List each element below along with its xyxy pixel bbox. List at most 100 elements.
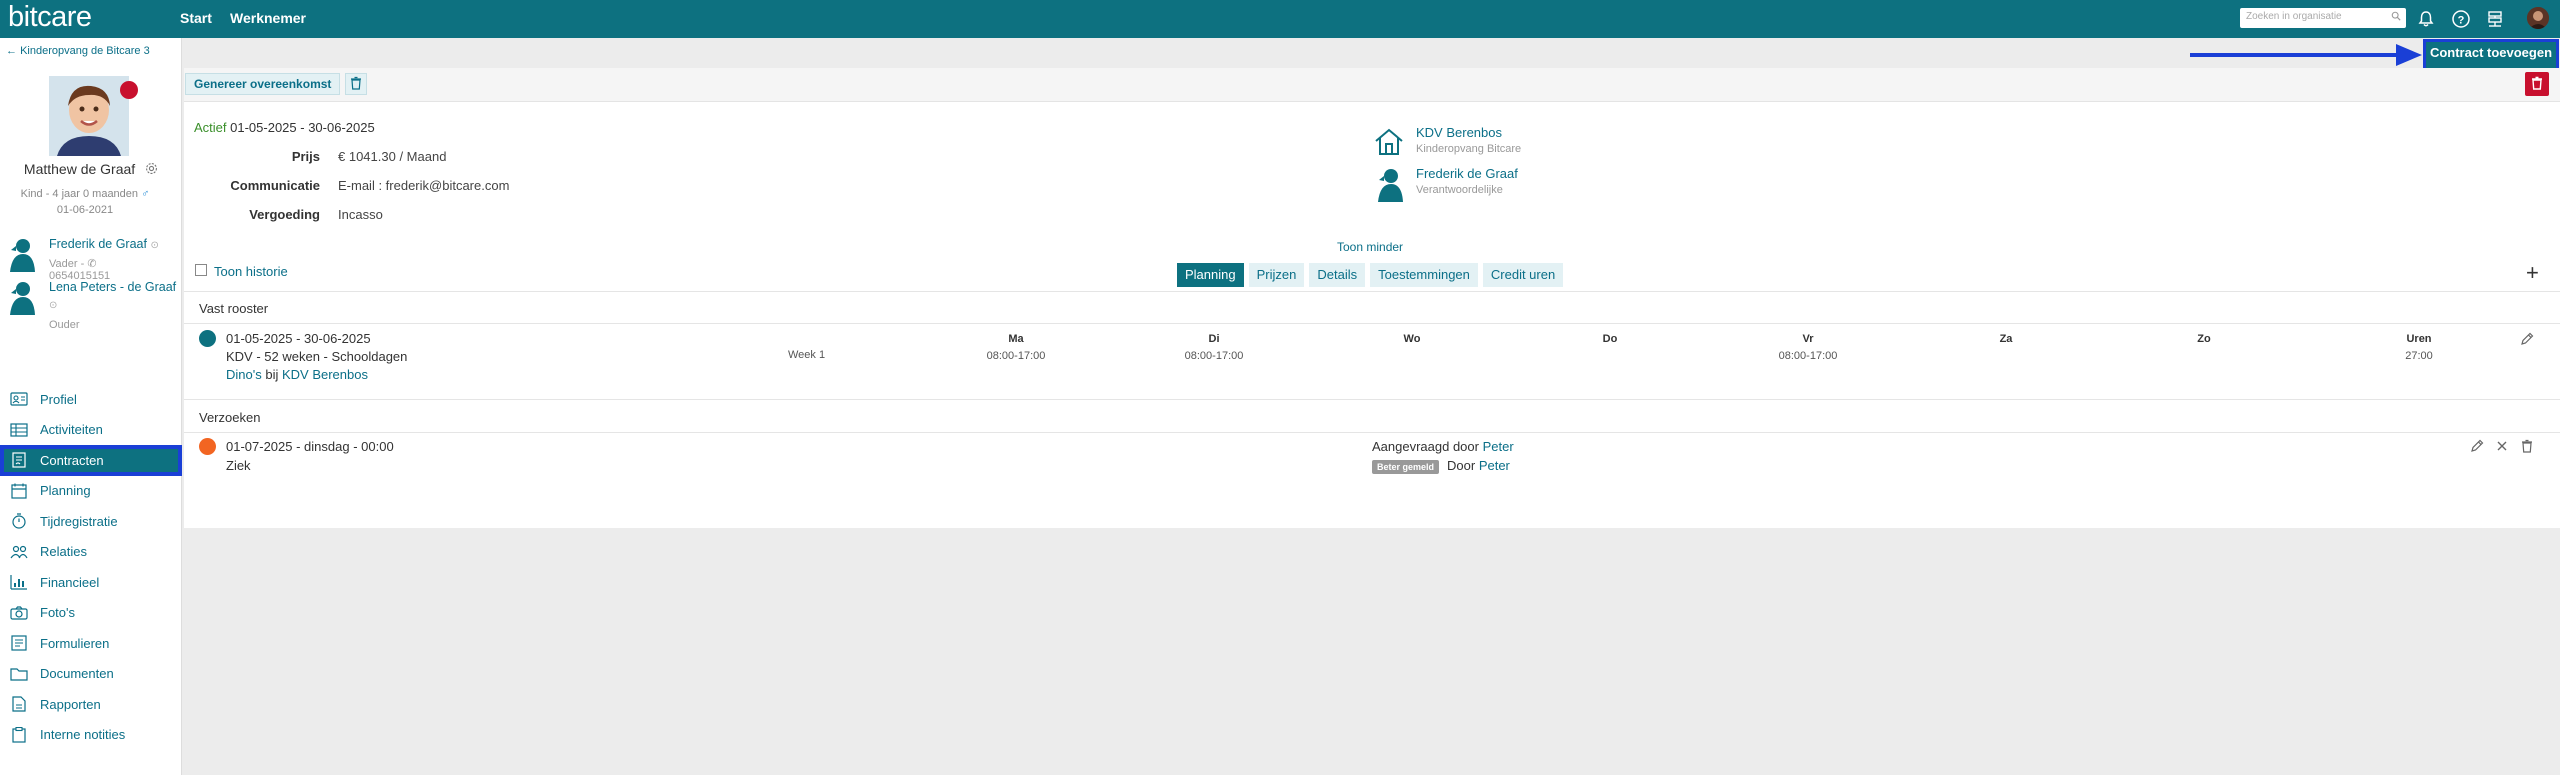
tab-details[interactable]: Details [1309, 263, 1366, 287]
nav-start[interactable]: Start [180, 10, 212, 26]
search-placeholder: Zoeken in organisatie [2246, 11, 2342, 22]
generate-agreement-button[interactable]: Genereer overeenkomst [185, 73, 341, 95]
day-value-di: 08:00-17:00 [1184, 350, 1244, 362]
sidebar-item-label: Rapporten [40, 696, 101, 712]
settings-icon[interactable] [145, 162, 158, 175]
request-by: Door Peter [1447, 458, 1510, 473]
requested-by-link[interactable]: Peter [1483, 439, 1514, 454]
sidebar-item-label: Relaties [40, 544, 87, 560]
back-link-label: Kinderopvang de Bitcare 3 [20, 45, 150, 57]
folder-icon [10, 667, 28, 681]
sidebar-item-financieel[interactable]: Financieel [0, 567, 182, 598]
sidebar-menu: Profiel Activiteiten Contracten Planning… [0, 384, 182, 750]
sidebar-item-planning[interactable]: Planning [0, 476, 182, 507]
child-subtitle: Kind - 4 jaar 0 maanden [20, 188, 139, 200]
by-link[interactable]: Peter [1479, 458, 1510, 473]
close-icon[interactable] [2494, 438, 2510, 454]
back-link[interactable]: ← Kinderopvang de Bitcare 3 [6, 45, 150, 57]
relation-role: Vader - [49, 258, 88, 270]
delete-contract-button[interactable] [2525, 72, 2549, 96]
day-header-wo: Wo [1403, 333, 1421, 345]
location-name[interactable]: KDV Berenbos [1416, 125, 1502, 140]
request-requested-by: Aangevraagd door Peter [1372, 439, 1514, 454]
sidebar-item-label: Activiteiten [40, 422, 103, 438]
sidebar: ← Kinderopvang de Bitcare 3 Matthew de G… [0, 38, 182, 775]
help-icon[interactable]: ? [2451, 9, 2471, 29]
day-value-vr: 08:00-17:00 [1778, 350, 1838, 362]
status-badge: Beter gemeld [1372, 460, 1440, 474]
schedule-name: KDV - 52 weken - Schooldagen [226, 349, 408, 364]
day-header-ma: Ma [1008, 333, 1024, 345]
edit-icon[interactable] [2519, 331, 2535, 347]
day-header-do: Do [1602, 333, 1618, 345]
request-date: 01-07-2025 - dinsdag - 00:00 [226, 439, 394, 454]
day-header-vr: Vr [1802, 333, 1814, 345]
divider [184, 323, 2560, 324]
calendar-icon [11, 483, 27, 499]
sidebar-item-fotos[interactable]: Foto's [0, 598, 182, 629]
sidebar-item-profiel[interactable]: Profiel [0, 384, 182, 415]
show-history-label[interactable]: Toon historie [214, 264, 288, 279]
bar-chart-icon [10, 575, 27, 590]
delete-agreement-button[interactable] [345, 73, 367, 95]
person-silhouette-icon [10, 239, 35, 272]
by-label: Door [1447, 458, 1476, 473]
nav-werknemer[interactable]: Werknemer [230, 10, 306, 26]
user-avatar[interactable] [2527, 7, 2549, 29]
schedule-group: Dino's bij KDV Berenbos [226, 367, 368, 382]
sidebar-item-relaties[interactable]: Relaties [0, 537, 182, 568]
divider [184, 432, 2560, 433]
phone-icon: ✆ [87, 258, 97, 270]
bell-icon[interactable] [2416, 9, 2436, 29]
contract-status: Actief 01-05-2025 - 30-06-2025 [194, 120, 375, 135]
profile-card-icon [10, 392, 28, 406]
trash-icon[interactable] [2519, 438, 2535, 454]
bitcare-logo[interactable]: bitcare [8, 1, 92, 34]
sidebar-item-activiteiten[interactable]: Activiteiten [0, 415, 182, 446]
responsible-name[interactable]: Frederik de Graaf [1416, 166, 1518, 181]
house-icon [1375, 128, 1403, 155]
sidebar-item-label: Profiel [40, 391, 77, 407]
table-icon [10, 422, 28, 437]
search-input[interactable]: Zoeken in organisatie [2240, 8, 2406, 28]
schedule-heading: Vast rooster [199, 301, 269, 316]
sidebar-item-interne-notities[interactable]: Interne notities [0, 720, 182, 751]
day-header-uren: Uren [2406, 333, 2432, 345]
child-name: Matthew de Graaf [0, 161, 182, 177]
history-checkbox[interactable] [195, 264, 207, 276]
organisation-icon[interactable] [2485, 9, 2505, 29]
tab-toestemmingen[interactable]: Toestemmingen [1370, 263, 1478, 287]
contract-tabs: Planning Prijzen Details Toestemmingen C… [1177, 263, 1564, 287]
relation-name: Frederik de Graaf ⊙ [49, 236, 179, 254]
field-value: € 1041.30 / Maand [338, 149, 447, 164]
child-details: Kind - 4 jaar 0 maanden ♂ 01-06-2021 [0, 186, 170, 218]
request-dot [199, 438, 216, 455]
contract-period: 01-05-2025 - 30-06-2025 [230, 120, 375, 135]
schedule-period: 01-05-2025 - 30-06-2025 [226, 331, 371, 346]
sidebar-item-formulieren[interactable]: Formulieren [0, 628, 182, 659]
tab-prijzen[interactable]: Prijzen [1248, 263, 1305, 287]
sidebar-item-label: Tijdregistratie [40, 513, 118, 529]
camera-icon [10, 605, 28, 620]
add-icon[interactable]: + [2526, 262, 2539, 284]
sidebar-item-tijdregistratie[interactable]: Tijdregistratie [0, 506, 182, 537]
people-icon [10, 545, 28, 558]
group-link[interactable]: Dino's [226, 367, 262, 382]
relation-role: Ouder [49, 319, 80, 331]
child-photo [49, 76, 129, 156]
tab-planning[interactable]: Planning [1177, 263, 1244, 287]
show-less-link[interactable]: Toon minder [1337, 240, 1403, 254]
relation-name-label: Frederik de Graaf [49, 237, 147, 251]
tab-credit-uren[interactable]: Credit uren [1482, 263, 1564, 287]
report-icon [12, 696, 26, 712]
edit-icon[interactable] [2469, 438, 2485, 454]
sidebar-item-contracten[interactable]: Contracten [0, 445, 182, 476]
add-contract-button[interactable]: Contract toevoegen [2423, 39, 2559, 71]
sidebar-item-rapporten[interactable]: Rapporten [0, 689, 182, 720]
person-silhouette-icon [1378, 169, 1403, 202]
sidebar-item-documenten[interactable]: Documenten [0, 659, 182, 690]
sidebar-item-label: Formulieren [40, 635, 110, 651]
divider [184, 399, 2560, 400]
relation-name: Lena Peters - de Graaf ⊙ [49, 279, 179, 314]
location-link[interactable]: KDV Berenbos [282, 367, 368, 382]
